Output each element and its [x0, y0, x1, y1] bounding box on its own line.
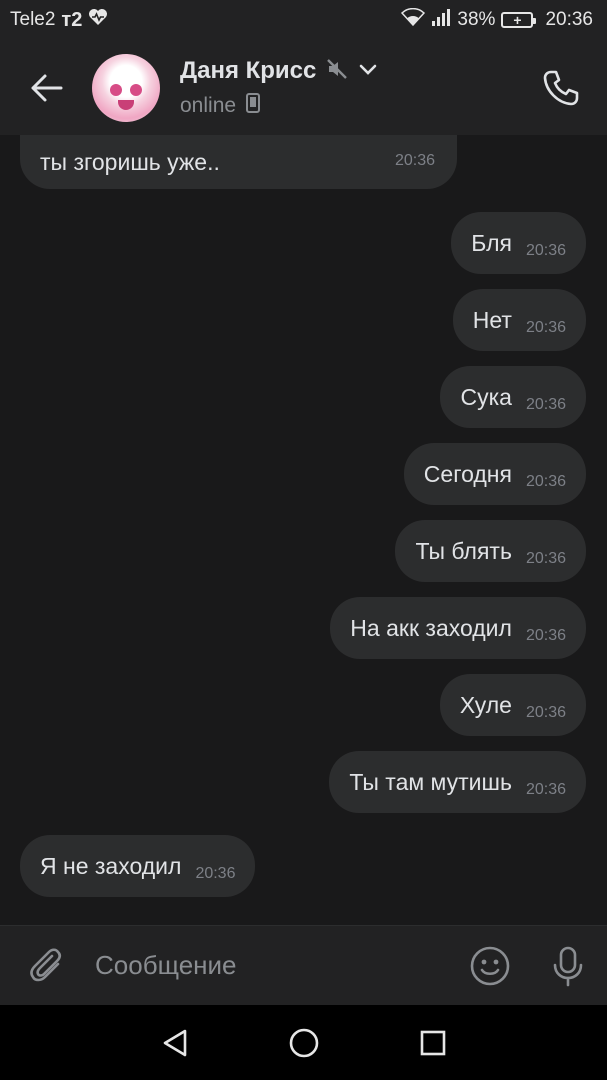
nav-recents-button[interactable] — [403, 1013, 463, 1073]
message-outgoing[interactable]: Бля 20:36 — [451, 212, 586, 274]
status-right: 38% + 20:36 — [401, 7, 593, 32]
voice-message-button[interactable] — [529, 926, 607, 1006]
contact-status: online — [180, 93, 237, 117]
message-text: Сука — [460, 383, 512, 410]
muted-icon — [326, 58, 348, 85]
status-bar: Tele2 т2 38% + 20:36 — [0, 0, 607, 40]
status-left: Tele2 т2 — [10, 8, 108, 32]
attach-button[interactable] — [0, 926, 95, 1006]
chat-header: Даня Крисс online — [0, 40, 607, 135]
message-outgoing[interactable]: Нет 20:36 — [452, 289, 586, 351]
message-outgoing[interactable]: Сегодня 20:36 — [403, 443, 586, 505]
smile-icon — [470, 946, 510, 985]
avatar[interactable] — [92, 53, 160, 122]
message-text: Хуле — [459, 691, 512, 718]
message-time: 20:36 — [394, 152, 435, 169]
clock: 20:36 — [545, 9, 593, 30]
battery-icon: + — [501, 12, 537, 28]
emoji-button[interactable] — [451, 926, 529, 1006]
system-nav-bar — [0, 1005, 607, 1080]
phone-icon — [543, 70, 579, 106]
message-time: 20:36 — [525, 473, 566, 490]
message-time: 20:36 — [195, 865, 236, 882]
message-time: 20:36 — [525, 781, 566, 798]
signal-icon — [431, 8, 451, 32]
message-outgoing[interactable]: Хуле 20:36 — [439, 674, 586, 736]
message-text: ты згоришь уже.. — [40, 148, 220, 175]
message-time: 20:36 — [525, 319, 566, 336]
circle-home-icon — [289, 1028, 318, 1057]
nav-home-button[interactable] — [274, 1013, 334, 1073]
message-time: 20:36 — [525, 550, 566, 567]
message-outgoing[interactable]: Ты там мутишь 20:36 — [329, 751, 586, 813]
battery-percent: 38% — [457, 9, 496, 30]
message-text: Ты там мутишь — [349, 768, 512, 795]
message-text: Нет — [472, 306, 512, 333]
message-time: 20:36 — [525, 704, 566, 721]
triangle-back-icon — [163, 1029, 186, 1056]
message-outgoing[interactable]: Сука 20:36 — [440, 366, 586, 428]
message-text: Ты блять — [415, 537, 512, 564]
call-button[interactable] — [539, 66, 583, 110]
back-button[interactable] — [0, 40, 92, 135]
heart-monitor-icon — [88, 8, 108, 32]
message-text: Сегодня — [423, 460, 512, 487]
contact-info[interactable]: Даня Крисс online — [180, 57, 378, 118]
message-text: Бля — [471, 229, 512, 256]
message-text: На акк заходил — [350, 614, 512, 641]
microphone-icon — [553, 946, 583, 986]
message-composer — [0, 925, 607, 1005]
message-outgoing[interactable]: На акк заходил 20:36 — [330, 597, 586, 659]
contact-name: Даня Крисс — [180, 57, 317, 84]
arrow-left-icon — [31, 74, 63, 101]
message-outgoing[interactable]: Ты блять 20:36 — [395, 520, 586, 582]
paperclip-icon — [29, 947, 61, 981]
message-list[interactable]: ты згоришь уже.. 20:36 Бля 20:36 Нет 20:… — [0, 135, 607, 925]
square-recents-icon — [420, 1030, 445, 1055]
nav-back-button[interactable] — [145, 1013, 205, 1073]
message-time: 20:36 — [525, 627, 566, 644]
carrier-badge: т2 — [61, 8, 83, 31]
message-time: 20:36 — [525, 242, 566, 259]
message-incoming[interactable]: ты згоришь уже.. 20:36 — [20, 135, 457, 189]
message-input[interactable] — [95, 950, 451, 981]
carrier-label: Tele2 — [10, 9, 56, 30]
wifi-icon — [401, 7, 426, 32]
message-text: Я не заходил — [40, 852, 182, 879]
chevron-down-icon[interactable] — [358, 62, 378, 81]
message-time: 20:36 — [525, 396, 566, 413]
mobile-device-icon — [246, 93, 261, 118]
message-incoming[interactable]: Я не заходил 20:36 — [20, 835, 256, 897]
